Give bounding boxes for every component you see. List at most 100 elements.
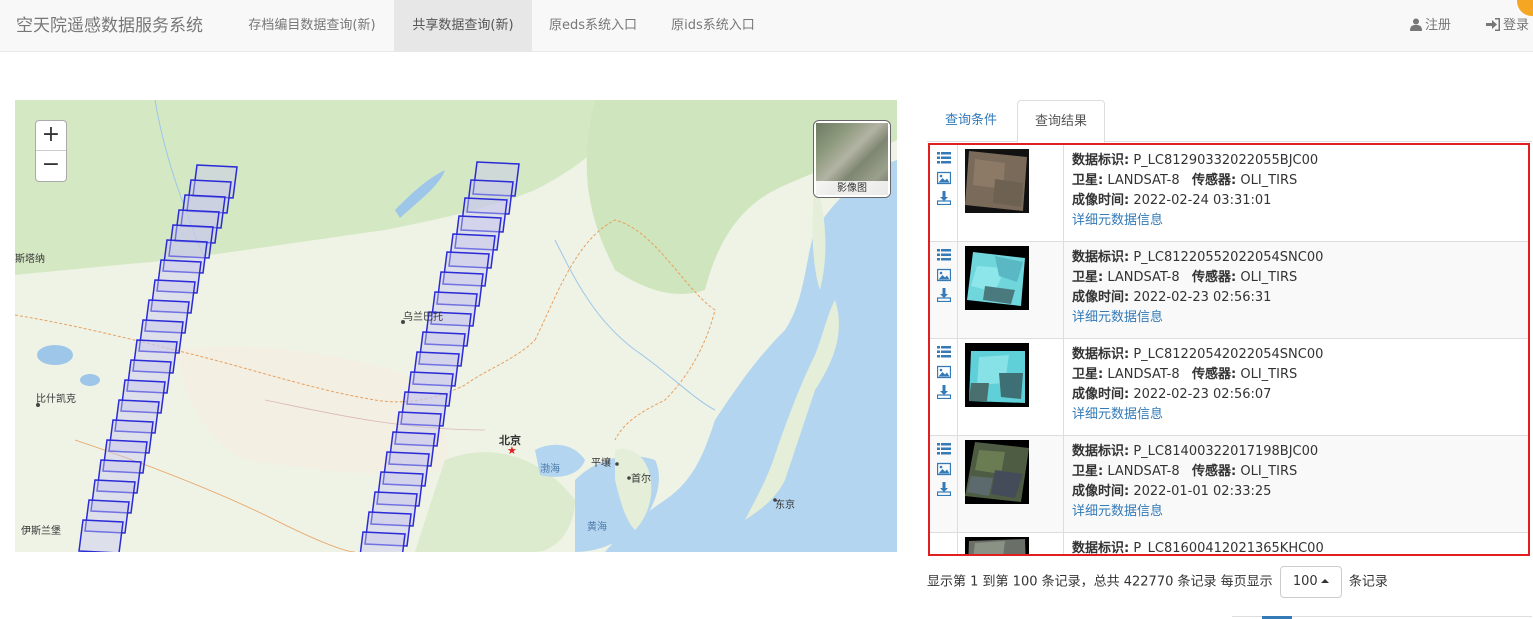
results-list[interactable]: 数据标识: P_LC81290332022055BJC00 卫星: LANDSA…	[928, 143, 1530, 556]
thumbnail-cell	[958, 145, 1064, 241]
label-data-id: 数据标识:	[1072, 444, 1130, 459]
layer-label: 影像图	[814, 181, 890, 197]
satellite-value: LANDSAT-8	[1107, 464, 1180, 479]
map-label-tokyo: 东京	[775, 500, 795, 511]
record-suffix: 条记录	[1348, 574, 1388, 590]
capital-star-icon: ★	[507, 444, 517, 457]
login-label: 登录	[1503, 18, 1530, 33]
page-size-value: 100	[1292, 574, 1318, 589]
satellite-value: LANDSAT-8	[1107, 173, 1180, 188]
top-navbar: 空天院遥感数据服务系统 存档编目数据查询(新) 共享数据查询(新) 原eds系统…	[0, 0, 1533, 52]
list-icon[interactable]	[937, 442, 951, 456]
satellite-value: LANDSAT-8	[1107, 270, 1180, 285]
scene-thumbnail[interactable]	[965, 246, 1029, 310]
nav-shared-query[interactable]: 共享数据查询(新)	[394, 0, 532, 52]
scene-info: 数据标识: P_LC81600412021365KHC00	[1072, 539, 1522, 556]
scene-thumbnail[interactable]	[965, 440, 1029, 504]
label-sensor: 传感器:	[1192, 173, 1237, 188]
label-sensor: 传感器:	[1192, 464, 1237, 479]
label-imaging-time: 成像时间:	[1072, 484, 1130, 499]
tab-query-results[interactable]: 查询结果	[1017, 100, 1105, 143]
image-icon[interactable]	[936, 365, 952, 379]
row-actions	[930, 242, 958, 338]
map-label-ulaanbaatar: 乌兰巴托	[403, 312, 443, 323]
download-icon[interactable]	[936, 288, 952, 303]
download-icon[interactable]	[936, 385, 952, 400]
brand-title[interactable]: 空天院遥感数据服务系统	[16, 0, 203, 52]
map-label-yellow-sea: 黄海	[587, 522, 607, 533]
satellite-value: LANDSAT-8	[1107, 367, 1180, 382]
result-tabs: 查询条件 查询结果	[927, 100, 1532, 143]
scene-info: 数据标识: P_LC81220552022054SNC00 卫星: LANDSA…	[1072, 248, 1522, 328]
map-label-bohai: 渤海	[540, 464, 560, 475]
imaging-time-value: 2022-02-23 02:56:31	[1133, 290, 1272, 305]
scene-thumbnail[interactable]	[965, 343, 1029, 407]
result-row: 数据标识: P_LC81220542022054SNC00 卫星: LANDSA…	[930, 339, 1528, 436]
result-row: 数据标识: P_LC81600412021365KHC00	[930, 533, 1528, 556]
zoom-control: + −	[35, 120, 67, 182]
sensor-value: OLI_TIRS	[1240, 173, 1298, 188]
image-icon[interactable]	[936, 268, 952, 282]
metadata-detail-link[interactable]: 详细元数据信息	[1072, 310, 1163, 325]
label-satellite: 卫星:	[1072, 464, 1104, 479]
metadata-detail-link[interactable]: 详细元数据信息	[1072, 504, 1163, 519]
user-icon	[1410, 18, 1422, 31]
thumbnail-cell	[958, 436, 1064, 532]
data-id-value: P_LC81220552022054SNC00	[1133, 250, 1324, 265]
page-size-select[interactable]: 100	[1279, 566, 1342, 598]
data-id-value: P_LC81290332022055BJC00	[1133, 153, 1319, 168]
zoom-in-button[interactable]: +	[36, 121, 66, 151]
record-summary: 显示第 1 到第 100 条记录，总共 422770 条记录 每页显示	[927, 574, 1273, 590]
label-sensor: 传感器:	[1192, 270, 1237, 285]
row-actions	[930, 339, 958, 435]
imaging-time-value: 2022-02-23 02:56:07	[1133, 387, 1272, 402]
metadata-detail-link[interactable]: 详细元数据信息	[1072, 407, 1163, 422]
list-icon[interactable]	[937, 151, 951, 165]
download-icon[interactable]	[936, 482, 952, 497]
map-view[interactable]: + − 影像图 斯塔纳 乌兰巴托 比什凯克 北京 ★ 渤海 平壤 首尔 东京 黄…	[15, 100, 897, 552]
result-row: 数据标识: P_LC81290332022055BJC00 卫星: LANDSA…	[930, 145, 1528, 242]
pagination-info: 显示第 1 到第 100 条记录，总共 422770 条记录 每页显示 100 …	[927, 566, 1388, 598]
metadata-detail-link[interactable]: 详细元数据信息	[1072, 213, 1163, 228]
map-label-pyongyang: 平壤	[591, 458, 611, 469]
sensor-value: OLI_TIRS	[1240, 367, 1298, 382]
data-id-value: P_LC81600412021365KHC00	[1133, 541, 1324, 556]
map-label-seoul: 首尔	[631, 474, 651, 485]
scene-thumbnail[interactable]	[965, 149, 1029, 213]
label-data-id: 数据标识:	[1072, 347, 1130, 362]
label-data-id: 数据标识:	[1072, 541, 1130, 556]
nav-archive-query[interactable]: 存档编目数据查询(新)	[230, 0, 394, 52]
list-icon[interactable]	[937, 248, 951, 262]
tab-query-conditions[interactable]: 查询条件	[927, 100, 1015, 142]
map-label-islamabad: 伊斯兰堡	[21, 526, 61, 537]
imaging-time-value: 2022-01-01 02:33:25	[1133, 484, 1272, 499]
thumbnail-cell	[958, 242, 1064, 338]
scene-info: 数据标识: P_LC81290332022055BJC00 卫星: LANDSA…	[1072, 151, 1522, 231]
imaging-time-value: 2022-02-24 03:31:01	[1133, 193, 1272, 208]
zoom-out-button[interactable]: −	[36, 151, 66, 181]
label-satellite: 卫星:	[1072, 270, 1104, 285]
scene-thumbnail[interactable]	[965, 537, 1029, 554]
scene-info: 数据标识: P_LC81220542022054SNC00 卫星: LANDSA…	[1072, 345, 1522, 425]
thumbnail-cell	[958, 533, 1064, 554]
row-actions	[930, 533, 958, 554]
nav-eds-entry[interactable]: 原eds系统入口	[532, 0, 654, 52]
image-icon[interactable]	[936, 462, 952, 476]
thumbnail-cell	[958, 339, 1064, 435]
caret-up-icon	[1320, 579, 1329, 583]
label-data-id: 数据标识:	[1072, 153, 1130, 168]
result-row: 数据标识: P_LC81400322017198BJC00 卫星: LANDSA…	[930, 436, 1528, 533]
map-label-astana: 斯塔纳	[15, 254, 45, 265]
data-id-value: P_LC81220542022054SNC00	[1133, 347, 1324, 362]
row-actions	[930, 436, 958, 532]
label-imaging-time: 成像时间:	[1072, 290, 1130, 305]
result-row: 数据标识: P_LC81220552022054SNC00 卫星: LANDSA…	[930, 242, 1528, 339]
register-label: 注册	[1425, 18, 1452, 33]
satellite-layer-toggle[interactable]: 影像图	[813, 120, 891, 198]
nav-ids-entry[interactable]: 原ids系统入口	[654, 0, 772, 52]
label-sensor: 传感器:	[1192, 367, 1237, 382]
image-icon[interactable]	[936, 171, 952, 185]
list-icon[interactable]	[937, 345, 951, 359]
register-link[interactable]: 注册	[1410, 0, 1451, 52]
download-icon[interactable]	[936, 191, 952, 206]
